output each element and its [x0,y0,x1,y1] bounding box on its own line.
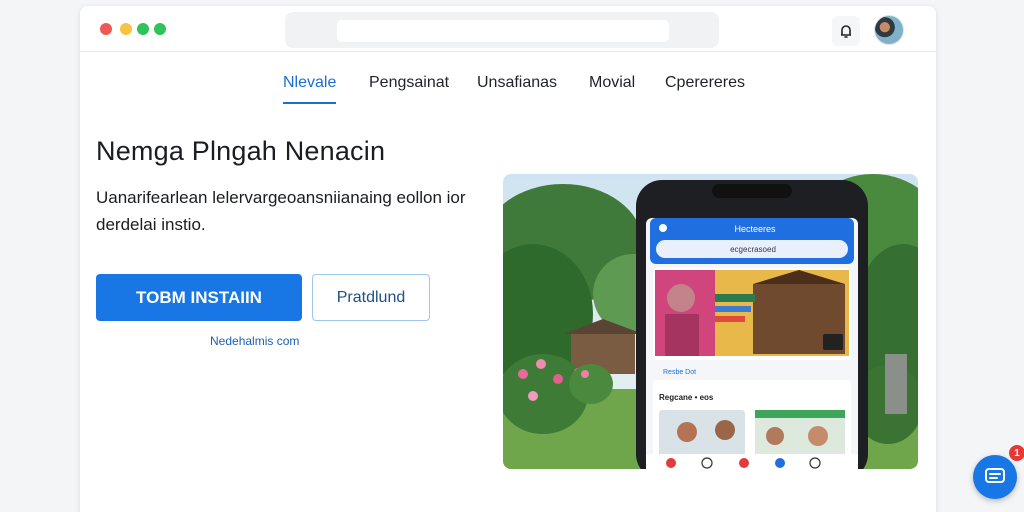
bell-icon [841,25,851,38]
nav-tab-2[interactable]: Pengsainat [369,74,449,104]
url-field[interactable] [337,20,669,42]
notifications-button[interactable] [832,16,860,46]
user-avatar[interactable] [874,15,904,45]
hero-title: Nemga Plngah Nenacin [96,136,386,166]
title-bar [80,6,936,52]
maximize-window-button[interactable] [137,23,149,35]
phone-tag-label: Resbe Dot [663,369,696,376]
phone-section-label: Regcane • eos [659,393,714,402]
close-window-button[interactable] [100,23,112,35]
extra-window-button[interactable] [154,23,166,35]
primary-install-button[interactable]: TOBM INSTAIIN [96,274,302,321]
nav-tab-5[interactable]: Cperereres [665,74,745,104]
minimize-window-button[interactable] [120,23,132,35]
nav-tab-3[interactable]: Unsafianas [477,74,557,104]
website-link[interactable]: Nedehalmis com [210,334,299,348]
address-bar[interactable] [285,12,719,48]
phone-in-garden-illustration: Hecteeres ecgecrasoed Resbe Dot Regcane … [503,174,918,469]
secondary-button[interactable]: Pratdlund [312,274,430,321]
chat-button[interactable] [973,455,1017,499]
browser-window: Nlevale Pengsainat Unsafianas Movial Cpe… [80,6,936,512]
chat-notification-badge: 1 [1009,445,1024,461]
hero-image: Hecteeres ecgecrasoed Resbe Dot Regcane … [503,174,918,469]
phone-search-text: ecgecrasoed [730,245,776,254]
nav-tab-4[interactable]: Movial [589,74,635,104]
chat-icon [985,468,1005,483]
phone-header-title: Hecteeres [734,224,776,234]
hero-description: Uanarifearlean lelervargeoansniianaing e… [96,188,466,234]
top-nav: Nlevale Pengsainat Unsafianas Movial Cpe… [80,74,936,108]
nav-tab-1[interactable]: Nlevale [283,74,337,104]
